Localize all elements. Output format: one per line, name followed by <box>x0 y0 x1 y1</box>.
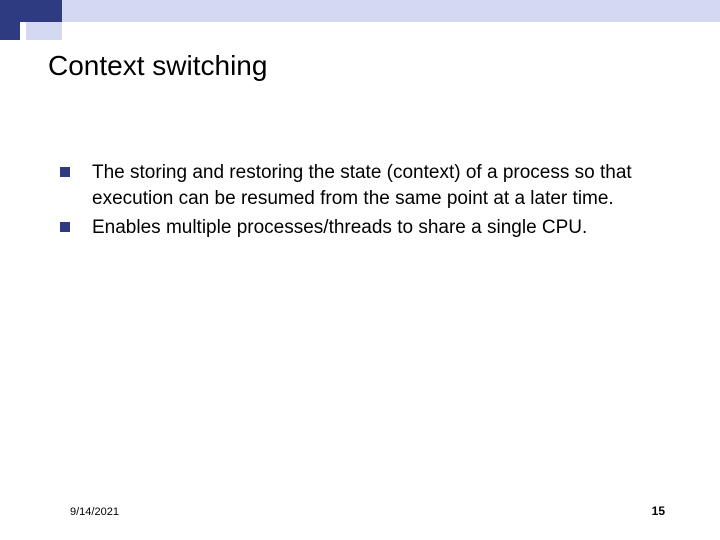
bullet-text: The storing and restoring the state (con… <box>92 160 660 211</box>
top-accent-bar <box>0 0 720 22</box>
slide: Context switching The storing and restor… <box>0 0 720 540</box>
slide-body: The storing and restoring the state (con… <box>60 160 660 245</box>
accent-light-block <box>62 0 720 22</box>
square-bullet-icon <box>60 167 70 177</box>
square-bullet-icon <box>60 222 70 232</box>
bullet-item: Enables multiple processes/threads to sh… <box>60 215 660 241</box>
slide-title: Context switching <box>48 50 267 82</box>
footer-date: 9/14/2021 <box>70 506 119 518</box>
footer-page-number: 15 <box>652 504 665 518</box>
accent-notch <box>0 22 62 40</box>
bullet-item: The storing and restoring the state (con… <box>60 160 660 211</box>
notch-dark <box>0 22 20 40</box>
notch-light <box>26 22 62 40</box>
accent-dark-block <box>0 0 62 22</box>
bullet-text: Enables multiple processes/threads to sh… <box>92 215 587 241</box>
